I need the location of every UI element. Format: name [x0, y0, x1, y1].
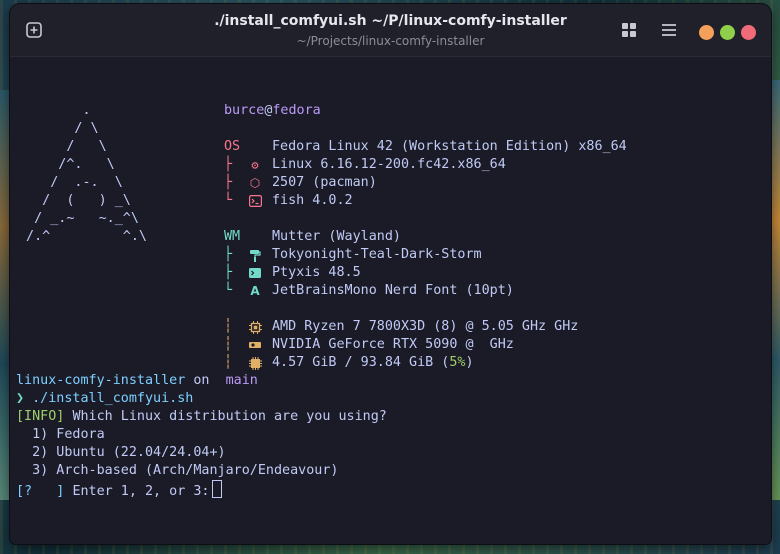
shell-prompt: linux-comfy-installer on main — [16, 372, 258, 390]
hostname: fedora — [272, 103, 321, 118]
input-line[interactable]: [? ] Enter 1, 2, or 3: — [16, 480, 222, 499]
terminal-window: ./install_comfyui.sh ~/P/linux-comfy-ins… — [10, 4, 771, 544]
option-line: 2) Ubuntu (22.04/24.04+) — [16, 444, 226, 462]
terminal-icon — [246, 192, 264, 210]
tree-branch: └ — [224, 193, 233, 208]
logo-line: /.^ ^.\ — [18, 229, 147, 244]
wm-label: WM — [224, 229, 241, 244]
grid-icon — [622, 23, 636, 37]
question-text: Which Linux distribution are you using? — [72, 409, 387, 424]
tree-branch: ├ — [224, 157, 233, 172]
gpu-icon — [246, 336, 264, 354]
option-arch: 3) Arch-based (Arch/Manjaro/Endeavour) — [32, 463, 339, 478]
input-tag: [? ] — [16, 484, 65, 499]
logo-line: / ( ) _\ — [18, 193, 131, 208]
gear-icon: ⚙ — [251, 158, 259, 172]
terminal-value: Ptyxis 48.5 — [272, 265, 361, 280]
text-cursor[interactable] — [211, 480, 222, 498]
prompt-branch: main — [225, 373, 258, 388]
close-button[interactable] — [741, 25, 756, 40]
kernel-value: Linux 6.16.12-200.fc42.x86_64 — [272, 157, 506, 172]
terminal-content[interactable]: . / \ / \ /^. \ / .-. \ / ( ) _\ / _.~ ~… — [10, 57, 771, 544]
cpu-value: AMD Ryzen 7 7800X3D (8) @ 5.05 GHz GHz — [272, 319, 579, 334]
logo-line: . — [18, 103, 91, 118]
logo-line: /^. \ — [18, 157, 115, 172]
user-host: burce@fedora — [224, 102, 321, 120]
wm-value: Mutter (Wayland) — [272, 229, 401, 244]
memory-percent: 5% — [449, 355, 466, 370]
terminal-app-icon — [246, 264, 264, 282]
tree-branch: ├ — [224, 247, 233, 262]
cpu-icon — [246, 318, 264, 336]
memory-icon — [246, 354, 264, 372]
tree-branch: └ — [224, 283, 233, 298]
tree-branch: ├ — [224, 175, 233, 190]
minimize-button[interactable] — [699, 25, 714, 40]
titlebar: ./install_comfyui.sh ~/P/linux-comfy-ins… — [10, 4, 771, 57]
option-line: 3) Arch-based (Arch/Manjaro/Endeavour) — [16, 462, 338, 480]
prompt-arrow-icon: ❯ — [16, 391, 25, 406]
gpu-value: NVIDIA GeForce RTX 5090 @ GHz — [272, 337, 514, 352]
option-ubuntu: 2) Ubuntu (22.04/24.04+) — [32, 445, 226, 460]
tree-branch: ┆ — [224, 319, 233, 334]
option-fedora: 1) Fedora — [32, 427, 105, 442]
shell-value: fish 4.0.2 — [272, 193, 353, 208]
logo-line: / \ — [18, 121, 99, 136]
memory-used: 4.57 GiB / 93.84 GiB ( — [272, 355, 450, 370]
font-icon: A — [250, 284, 260, 298]
command-line: ❯ ./install_comfyui.sh — [16, 390, 193, 408]
main-menu-button[interactable] — [657, 18, 681, 42]
packages-value: 2507 (pacman) — [272, 175, 377, 190]
tree-branch: ┆ — [224, 355, 233, 370]
wallpaper-accent — [0, 90, 10, 500]
info-line: [INFO] Which Linux distribution are you … — [16, 408, 387, 426]
maximize-button[interactable] — [720, 25, 735, 40]
memory-suffix: ) — [465, 355, 474, 370]
prompt-directory: linux-comfy-installer — [16, 373, 186, 388]
logo-line: / \ — [18, 139, 107, 154]
info-tag: [INFO] — [16, 409, 65, 424]
os-label: OS — [224, 139, 241, 154]
theme-value: Tokyonight-Teal-Dark-Storm — [272, 247, 482, 262]
option-line: 1) Fedora — [16, 426, 105, 444]
logo-line: / .-. \ — [18, 175, 123, 190]
input-prompt: Enter 1, 2, or 3: — [72, 484, 210, 499]
paint-roller-icon — [246, 246, 264, 264]
memory-value: 4.57 GiB / 93.84 GiB (5%) — [272, 354, 474, 372]
hamburger-menu-icon — [662, 24, 676, 36]
font-value: JetBrainsMono Nerd Font (10pt) — [272, 283, 514, 298]
prompt-on: on — [193, 373, 210, 388]
tree-branch: ┆ — [224, 337, 233, 352]
package-icon: ⬡ — [249, 176, 261, 190]
os-value: Fedora Linux 42 (Workstation Edition) x8… — [272, 139, 627, 154]
wallpaper-accent — [771, 80, 780, 500]
command-text: ./install_comfyui.sh — [32, 391, 194, 406]
tree-branch: ├ — [224, 265, 233, 280]
tab-overview-button[interactable] — [617, 18, 641, 42]
username: burce — [224, 103, 265, 118]
logo-line: / _.~ ~._^\ — [18, 211, 139, 226]
